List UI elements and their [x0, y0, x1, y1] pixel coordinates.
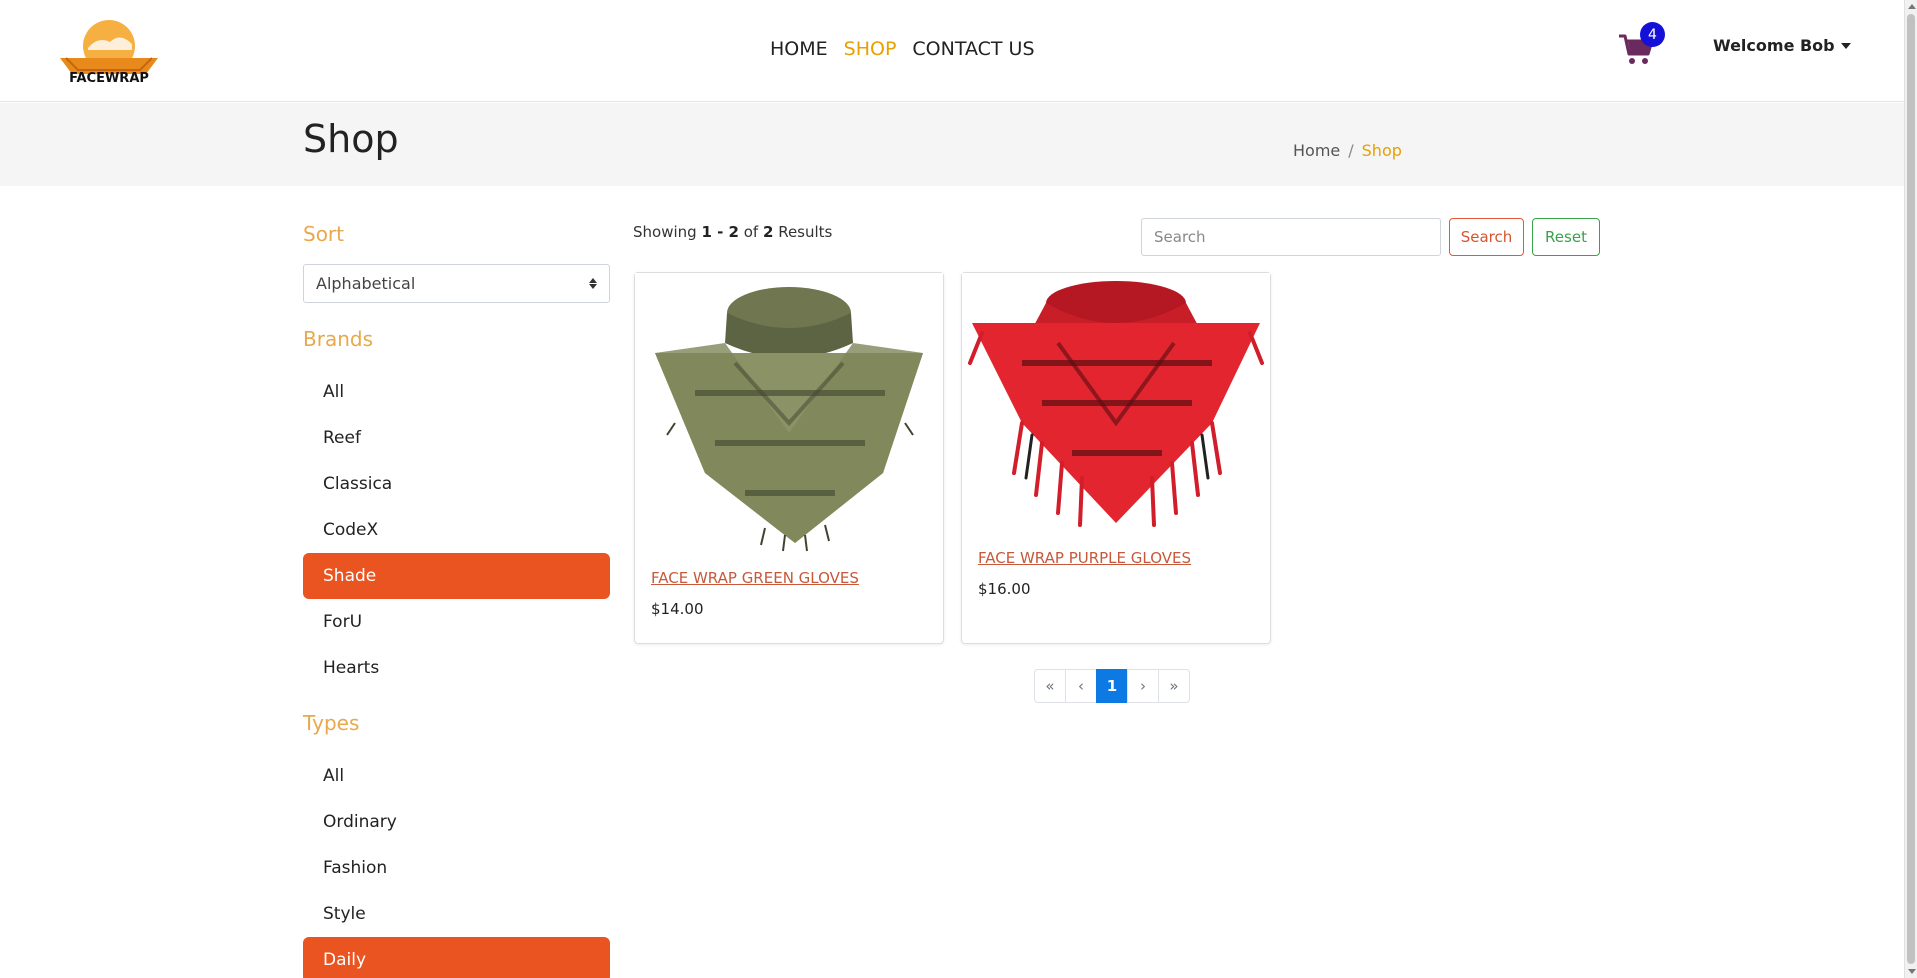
page-next-button[interactable]: › — [1127, 669, 1159, 703]
results-prefix: Showing — [633, 223, 702, 241]
user-menu[interactable]: Welcome Bob — [1713, 36, 1851, 55]
search-input[interactable] — [1141, 218, 1441, 256]
page-title: Shop — [303, 117, 399, 161]
results-total: 2 — [762, 223, 774, 241]
product-price: $16.00 — [978, 580, 1031, 598]
scroll-down-arrow-icon[interactable] — [1908, 969, 1916, 974]
pagination: « ‹ 1 › » — [1034, 669, 1190, 703]
scroll-up-arrow-icon[interactable] — [1908, 4, 1916, 9]
caret-down-icon — [1840, 42, 1851, 49]
page-prev-button[interactable]: ‹ — [1065, 669, 1097, 703]
brand-filter-classica[interactable]: Classica — [303, 461, 610, 507]
page-first-button[interactable]: « — [1034, 669, 1066, 703]
brand-filter-foru[interactable]: ForU — [303, 599, 610, 645]
brand-filter-codex[interactable]: CodeX — [303, 507, 610, 553]
results-suffix: Results — [773, 223, 833, 241]
type-filter-all[interactable]: All — [303, 753, 610, 799]
product-image-red-scarf[interactable] — [962, 273, 1270, 538]
brands-list: All Reef Classica CodeX Shade ForU Hearts — [303, 369, 610, 691]
results-of: of — [738, 223, 763, 241]
facewrap-logo[interactable]: FACEWRAP — [58, 18, 160, 86]
search-button[interactable]: Search — [1449, 218, 1524, 256]
breadcrumb-home[interactable]: Home — [1293, 141, 1340, 160]
results-range: 1 - 2 — [701, 223, 739, 241]
reset-button[interactable]: Reset — [1532, 218, 1600, 256]
nav-home[interactable]: HOME — [770, 38, 828, 60]
type-filter-fashion[interactable]: Fashion — [303, 845, 610, 891]
product-card[interactable]: FACE WRAP GREEN GLOVES $14.00 — [634, 272, 944, 644]
type-filter-ordinary[interactable]: Ordinary — [303, 799, 610, 845]
brand-filter-reef[interactable]: Reef — [303, 415, 610, 461]
types-list: All Ordinary Fashion Style Daily — [303, 753, 610, 978]
product-title-link[interactable]: FACE WRAP GREEN GLOVES — [651, 569, 859, 587]
user-menu-label: Welcome Bob — [1713, 36, 1835, 55]
nav-contact-us[interactable]: CONTACT US — [912, 38, 1034, 60]
page-banner: Shop Home / Shop — [0, 103, 1904, 186]
page-last-button[interactable]: » — [1158, 669, 1190, 703]
svg-text:FACEWRAP: FACEWRAP — [69, 71, 149, 86]
type-filter-daily[interactable]: Daily — [303, 937, 610, 978]
breadcrumb-separator: / — [1348, 141, 1354, 160]
sort-select[interactable]: Alphabetical — [303, 264, 610, 303]
sort-heading: Sort — [303, 222, 344, 246]
type-filter-style[interactable]: Style — [303, 891, 610, 937]
breadcrumb-current: Shop — [1361, 141, 1402, 160]
sort-select-value: Alphabetical — [316, 274, 416, 293]
product-image-green-scarf[interactable] — [635, 273, 943, 553]
main-nav: HOME SHOP CONTACT US — [770, 38, 1035, 60]
nav-shop[interactable]: SHOP — [844, 38, 897, 60]
scrollbar-thumb[interactable] — [1907, 14, 1915, 964]
brand-filter-hearts[interactable]: Hearts — [303, 645, 610, 691]
types-heading: Types — [303, 711, 360, 735]
brands-heading: Brands — [303, 327, 373, 351]
site-header: FACEWRAP HOME SHOP CONTACT US 4 Welcome … — [0, 0, 1904, 102]
brand-filter-all[interactable]: All — [303, 369, 610, 415]
filter-sidebar: Sort Alphabetical Brands All Reef Classica… — [303, 222, 610, 978]
product-card[interactable]: FACE WRAP PURPLE GLOVES $16.00 — [961, 272, 1271, 644]
page-scrollbar[interactable] — [1904, 0, 1917, 978]
select-arrows-icon — [589, 278, 597, 289]
results-count: Showing 1 - 2 of 2 Results — [633, 223, 832, 241]
breadcrumb: Home / Shop — [1293, 141, 1402, 160]
product-title-link[interactable]: FACE WRAP PURPLE GLOVES — [978, 549, 1191, 567]
product-price: $14.00 — [651, 600, 704, 618]
brand-filter-shade[interactable]: Shade — [303, 553, 610, 599]
cart-count-badge: 4 — [1640, 22, 1665, 47]
page-number-button[interactable]: 1 — [1096, 669, 1128, 703]
